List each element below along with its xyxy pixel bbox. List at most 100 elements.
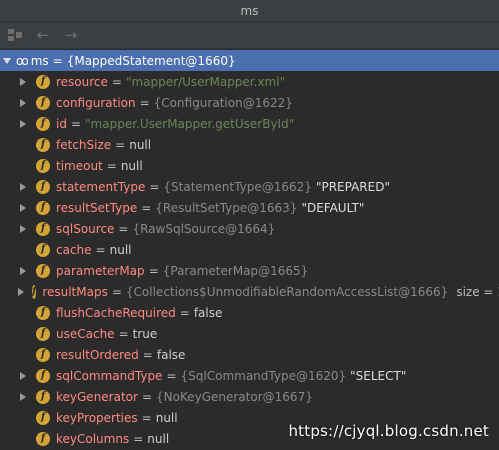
equals-sign: = [111,284,122,299]
field-name: cache [56,242,92,257]
forward-icon[interactable]: → [62,26,80,44]
tree-row-parameterMap[interactable]: f parameterMap = {ParameterMap@1665} [0,260,499,281]
collapse-arrow-icon[interactable] [2,50,12,71]
field-value: null [147,431,170,446]
field-name: id [56,116,67,131]
tree-row-resource[interactable]: f resource = "mapper/UserMapper.xml" [0,71,499,92]
field-name: statementType [56,179,146,194]
equals-sign: = [141,389,153,404]
equals-sign: = [141,410,152,425]
expand-arrow-icon[interactable] [18,386,28,407]
field-icon: f [36,158,50,173]
field-icon: f [32,284,37,299]
field-icon: f [36,242,50,257]
field-value: {Configuration@1622} [153,95,293,110]
expand-arrow-icon[interactable] [18,92,28,113]
field-icon: f [36,431,50,446]
equals-sign: = [52,53,63,68]
equals-sign: = [118,221,129,236]
field-value: null [129,137,152,152]
field-value-label: "DEFAULT" [301,200,365,215]
field-name: keyGenerator [56,389,138,404]
expand-arrow-icon[interactable] [18,197,28,218]
equals-sign: = [115,137,126,152]
arrow-placeholder [18,407,28,428]
field-value: "mapper.UserMapper.getUserById" [85,116,295,131]
field-value: {ResultSetType@1663} [155,200,298,215]
variable-value: {MappedStatement@1660} [66,53,236,68]
tree-row-keyGenerator[interactable]: f keyGenerator = {NoKeyGenerator@1667} [0,386,499,407]
watch-glasses-icon: oo [16,53,29,68]
tree-row-useCache[interactable]: f useCache = true [0,323,499,344]
field-name: sqlCommandType [56,368,163,383]
equals-sign: = [166,368,177,383]
tree-row-resultMaps[interactable]: f resultMaps = {Collections$UnmodifiableRan… [0,281,499,302]
arrow-placeholder [18,323,28,344]
tree-row-sqlCommandType[interactable]: f sqlCommandType = {SqlCommandType@1620} "SE… [0,365,499,386]
arrow-placeholder [18,239,28,260]
expand-arrow-icon[interactable] [18,218,28,239]
field-icon: f [36,137,50,152]
expand-arrow-icon[interactable] [18,113,28,134]
field-value: {ParameterMap@1665} [162,263,309,278]
field-icon: f [36,263,50,278]
field-value: {NoKeyGenerator@1667} [156,389,313,404]
field-value: {StatementType@1662} [163,179,312,194]
field-icon: f [36,389,50,404]
field-value-label: "SELECT" [350,368,407,383]
field-name: resource [56,74,108,89]
tree-row-flushCacheRequired[interactable]: f flushCacheRequired = false [0,302,499,323]
tree-row-statementType[interactable]: f statementType = {StatementType@1662} "PREP… [0,176,499,197]
tree-row-sqlSource[interactable]: f sqlSource = {RawSqlSource@1664} [0,218,499,239]
arrow-placeholder [18,428,28,449]
field-icon: f [36,179,50,194]
expand-arrow-icon[interactable] [18,176,28,197]
field-value: {Collections$UnmodifiableRandomAccessLis… [125,284,449,299]
field-icon: f [36,116,50,131]
field-icon: f [36,368,50,383]
expand-arrow-icon[interactable] [18,71,28,92]
field-icon: f [36,326,50,341]
field-name: resultMaps [42,284,108,299]
tree-row-fetchSize[interactable]: f fetchSize = null [0,134,499,155]
tree-row-root-ms[interactable]: oo ms = {MappedStatement@1660} [0,50,499,71]
expand-arrow-icon[interactable] [18,365,28,386]
field-name: keyProperties [56,410,138,425]
equals-sign: = [111,74,122,89]
field-value: false [193,305,223,320]
field-icon: f [36,410,50,425]
arrow-placeholder [18,134,28,155]
expand-arrow-icon[interactable] [18,260,28,281]
equals-sign: = [106,158,117,173]
back-icon[interactable]: ← [34,26,52,44]
equals-sign: = [141,200,152,215]
tree-row-timeout[interactable]: f timeout = null [0,155,499,176]
field-value-label: "PREPARED" [315,179,390,194]
field-value: "mapper/UserMapper.xml" [125,74,286,89]
tree-row-configuration[interactable]: f configuration = {Configuration@1622} [0,92,499,113]
collection-size: size = 1 [456,284,499,299]
debugger-toolbar: ← → [0,22,499,49]
field-name: useCache [56,326,115,341]
field-icon: f [36,347,50,362]
field-value: true [132,326,158,341]
field-name: sqlSource [56,221,115,236]
equals-sign: = [142,347,153,362]
expand-arrow-icon[interactable] [18,281,24,302]
field-value: {RawSqlSource@1664} [132,221,276,236]
variables-tree[interactable]: oo ms = {MappedStatement@1660} f resource… [0,50,499,450]
equals-sign: = [179,305,190,320]
field-name: configuration [56,95,136,110]
field-value: null [109,242,132,257]
field-value: null [120,158,143,173]
tree-row-cache[interactable]: f cache = null [0,239,499,260]
field-name: resultSetType [56,200,138,215]
window-title: ms [240,3,259,18]
tree-row-resultOrdered[interactable]: f resultOrdered = false [0,344,499,365]
layout-icon[interactable] [6,26,24,44]
equals-sign: = [118,326,129,341]
tree-row-id[interactable]: f id = "mapper.UserMapper.getUserById" [0,113,499,134]
equals-sign: = [70,116,82,131]
tree-row-resultSetType[interactable]: f resultSetType = {ResultSetType@1663} "DEFA… [0,197,499,218]
field-icon: f [36,95,50,110]
